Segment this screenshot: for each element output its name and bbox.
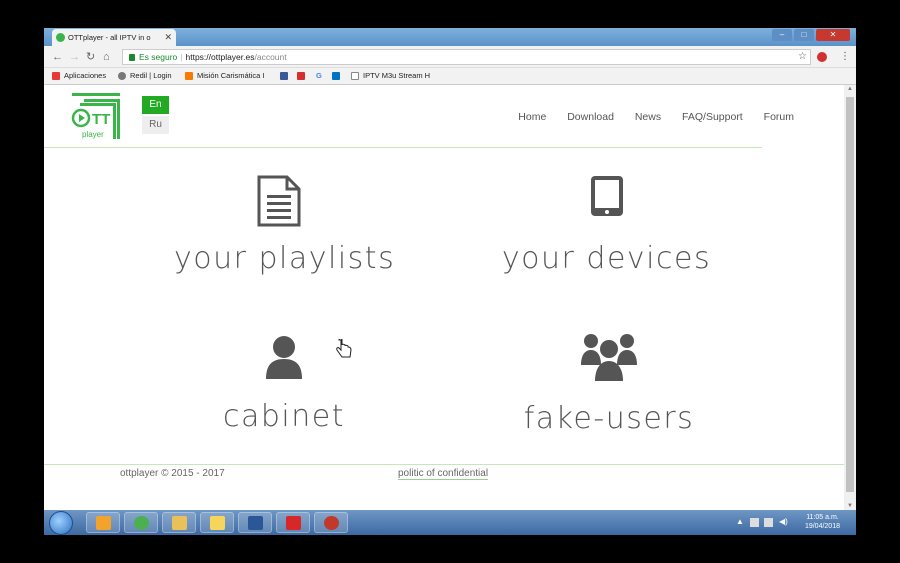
lang-en-button[interactable]: En: [142, 96, 169, 114]
nav-home[interactable]: Home: [518, 111, 546, 123]
document-icon: [257, 175, 301, 227]
bookmark-mision[interactable]: Misión Carismática I: [185, 68, 271, 84]
apps-grid-icon: [52, 72, 60, 81]
nav-download[interactable]: Download: [567, 111, 614, 123]
web-page: TT player En Ru Home Download News FAQ/S…: [44, 85, 844, 510]
home-button[interactable]: ⌂: [103, 50, 110, 64]
tile-label: your playlists: [174, 241, 396, 276]
joomla-icon: [185, 72, 193, 81]
footer-divider: [44, 464, 844, 465]
adblock-extension-icon[interactable]: [817, 52, 827, 62]
lock-icon: [129, 54, 135, 62]
clock-time: 11:05 a.m.: [806, 514, 839, 521]
taskbar-explorer[interactable]: [162, 512, 196, 533]
bookmark-iptv[interactable]: IPTV M3u Stream H: [351, 68, 441, 84]
explorer-icon: [172, 516, 187, 530]
start-button[interactable]: [49, 511, 73, 535]
bookmark-facebook[interactable]: [280, 68, 292, 84]
taskbar-game[interactable]: [314, 512, 348, 533]
tile-label: your devices: [501, 241, 712, 276]
clock-date: 19/04/2018: [804, 523, 840, 530]
reload-button[interactable]: ↻: [86, 50, 95, 64]
tablet-icon: [590, 176, 623, 216]
group-users-icon: [581, 334, 637, 381]
media-player-icon: [96, 516, 111, 530]
bookmark-red[interactable]: [297, 68, 309, 84]
tile-label: fake-users: [523, 401, 695, 436]
bookmark-redil[interactable]: Redil | Login: [118, 68, 172, 84]
tray-volume-icon[interactable]: ◀): [779, 517, 788, 526]
chrome-icon: [134, 516, 149, 530]
scroll-down-icon[interactable]: ▼: [844, 503, 856, 509]
taskbar-iptv[interactable]: [276, 512, 310, 533]
main-nav: Home Download News FAQ/Support Forum: [500, 111, 794, 123]
tab-close-icon[interactable]: ✕: [164, 29, 172, 46]
close-window-button[interactable]: ✕: [816, 29, 850, 41]
browser-toolbar: ← → ↻ ⌂ Es seguro | https://ottplayer.es/a…: [44, 46, 856, 68]
browser-window: OTTplayer - all IPTV in o ✕ – □ ✕ ← → ↻ …: [44, 28, 856, 510]
tray-flag-icon[interactable]: [750, 518, 759, 527]
tab-title: OTTplayer - all IPTV in o: [68, 33, 151, 42]
lang-ru-button[interactable]: Ru: [142, 116, 169, 134]
minimize-button[interactable]: –: [772, 29, 792, 41]
page-icon: [351, 72, 359, 81]
ottplayer-logo[interactable]: TT player: [70, 91, 122, 141]
outlook-icon: [332, 72, 340, 81]
nav-faq-support[interactable]: FAQ/Support: [682, 111, 743, 123]
bookmarks-bar: Aplicaciones Redil | Login Misión Carism…: [44, 68, 856, 85]
hand-cursor-icon: [336, 339, 352, 358]
tile-devices[interactable]: your devices: [499, 175, 714, 276]
taskbar-folder[interactable]: [200, 512, 234, 533]
bookmark-star-icon[interactable]: ☆: [798, 51, 807, 63]
taskbar-clock[interactable]: 11:05 a.m. 19/04/2018: [805, 513, 840, 531]
maximize-button[interactable]: □: [794, 29, 814, 41]
scrollbar-thumb[interactable]: [846, 97, 854, 492]
tile-label: cabinet: [223, 399, 345, 434]
browser-tab[interactable]: OTTplayer - all IPTV in o ✕: [52, 29, 176, 46]
iptv-icon: [286, 516, 301, 530]
bookmark-outlook[interactable]: [332, 68, 344, 84]
game-icon: [324, 516, 339, 530]
secure-label: Es seguro: [139, 52, 178, 62]
forward-button[interactable]: →: [69, 50, 80, 64]
bookmark-google[interactable]: G: [316, 68, 322, 84]
nav-forum[interactable]: Forum: [764, 111, 794, 123]
nav-news[interactable]: News: [635, 111, 661, 123]
svg-text:TT: TT: [92, 111, 110, 128]
red-bookmark-icon: [297, 72, 305, 81]
page-scrollbar[interactable]: ▲ ▼: [844, 85, 856, 510]
facebook-icon: [280, 72, 288, 81]
address-bar[interactable]: Es seguro | https://ottplayer.es/account: [122, 49, 811, 65]
tray-arrow-icon[interactable]: ▲: [736, 517, 744, 526]
svg-text:player: player: [82, 130, 104, 139]
privacy-link[interactable]: politic of confidential: [398, 468, 489, 480]
tile-playlists[interactable]: your playlists: [174, 175, 396, 276]
header-divider: [44, 147, 762, 148]
google-icon: G: [316, 71, 322, 80]
windows-taskbar: ▲ ◀) 11:05 a.m. 19/04/2018: [44, 510, 856, 535]
back-button[interactable]: ←: [52, 50, 63, 64]
folder-icon: [210, 516, 225, 530]
tray-network-icon[interactable]: [764, 518, 773, 527]
url-host: https://ottplayer.es: [185, 52, 255, 62]
taskbar-word[interactable]: [238, 512, 272, 533]
bookmark-apps[interactable]: Aplicaciones: [52, 68, 106, 84]
chrome-menu-icon[interactable]: ⋮: [840, 51, 850, 63]
scroll-up-icon[interactable]: ▲: [844, 86, 856, 92]
url-path: /account: [254, 52, 287, 62]
title-bar: OTTplayer - all IPTV in o ✕ – □ ✕: [44, 28, 856, 46]
user-icon: [266, 336, 302, 379]
footer-copyright: ottplayer © 2015 - 2017: [120, 468, 225, 479]
tile-fake-users[interactable]: fake-users: [519, 331, 699, 436]
word-icon: [248, 516, 263, 530]
ottplayer-favicon-icon: [56, 33, 65, 42]
taskbar-media-player[interactable]: [86, 512, 120, 533]
redil-icon: [118, 72, 126, 81]
taskbar-chrome[interactable]: [124, 512, 158, 533]
